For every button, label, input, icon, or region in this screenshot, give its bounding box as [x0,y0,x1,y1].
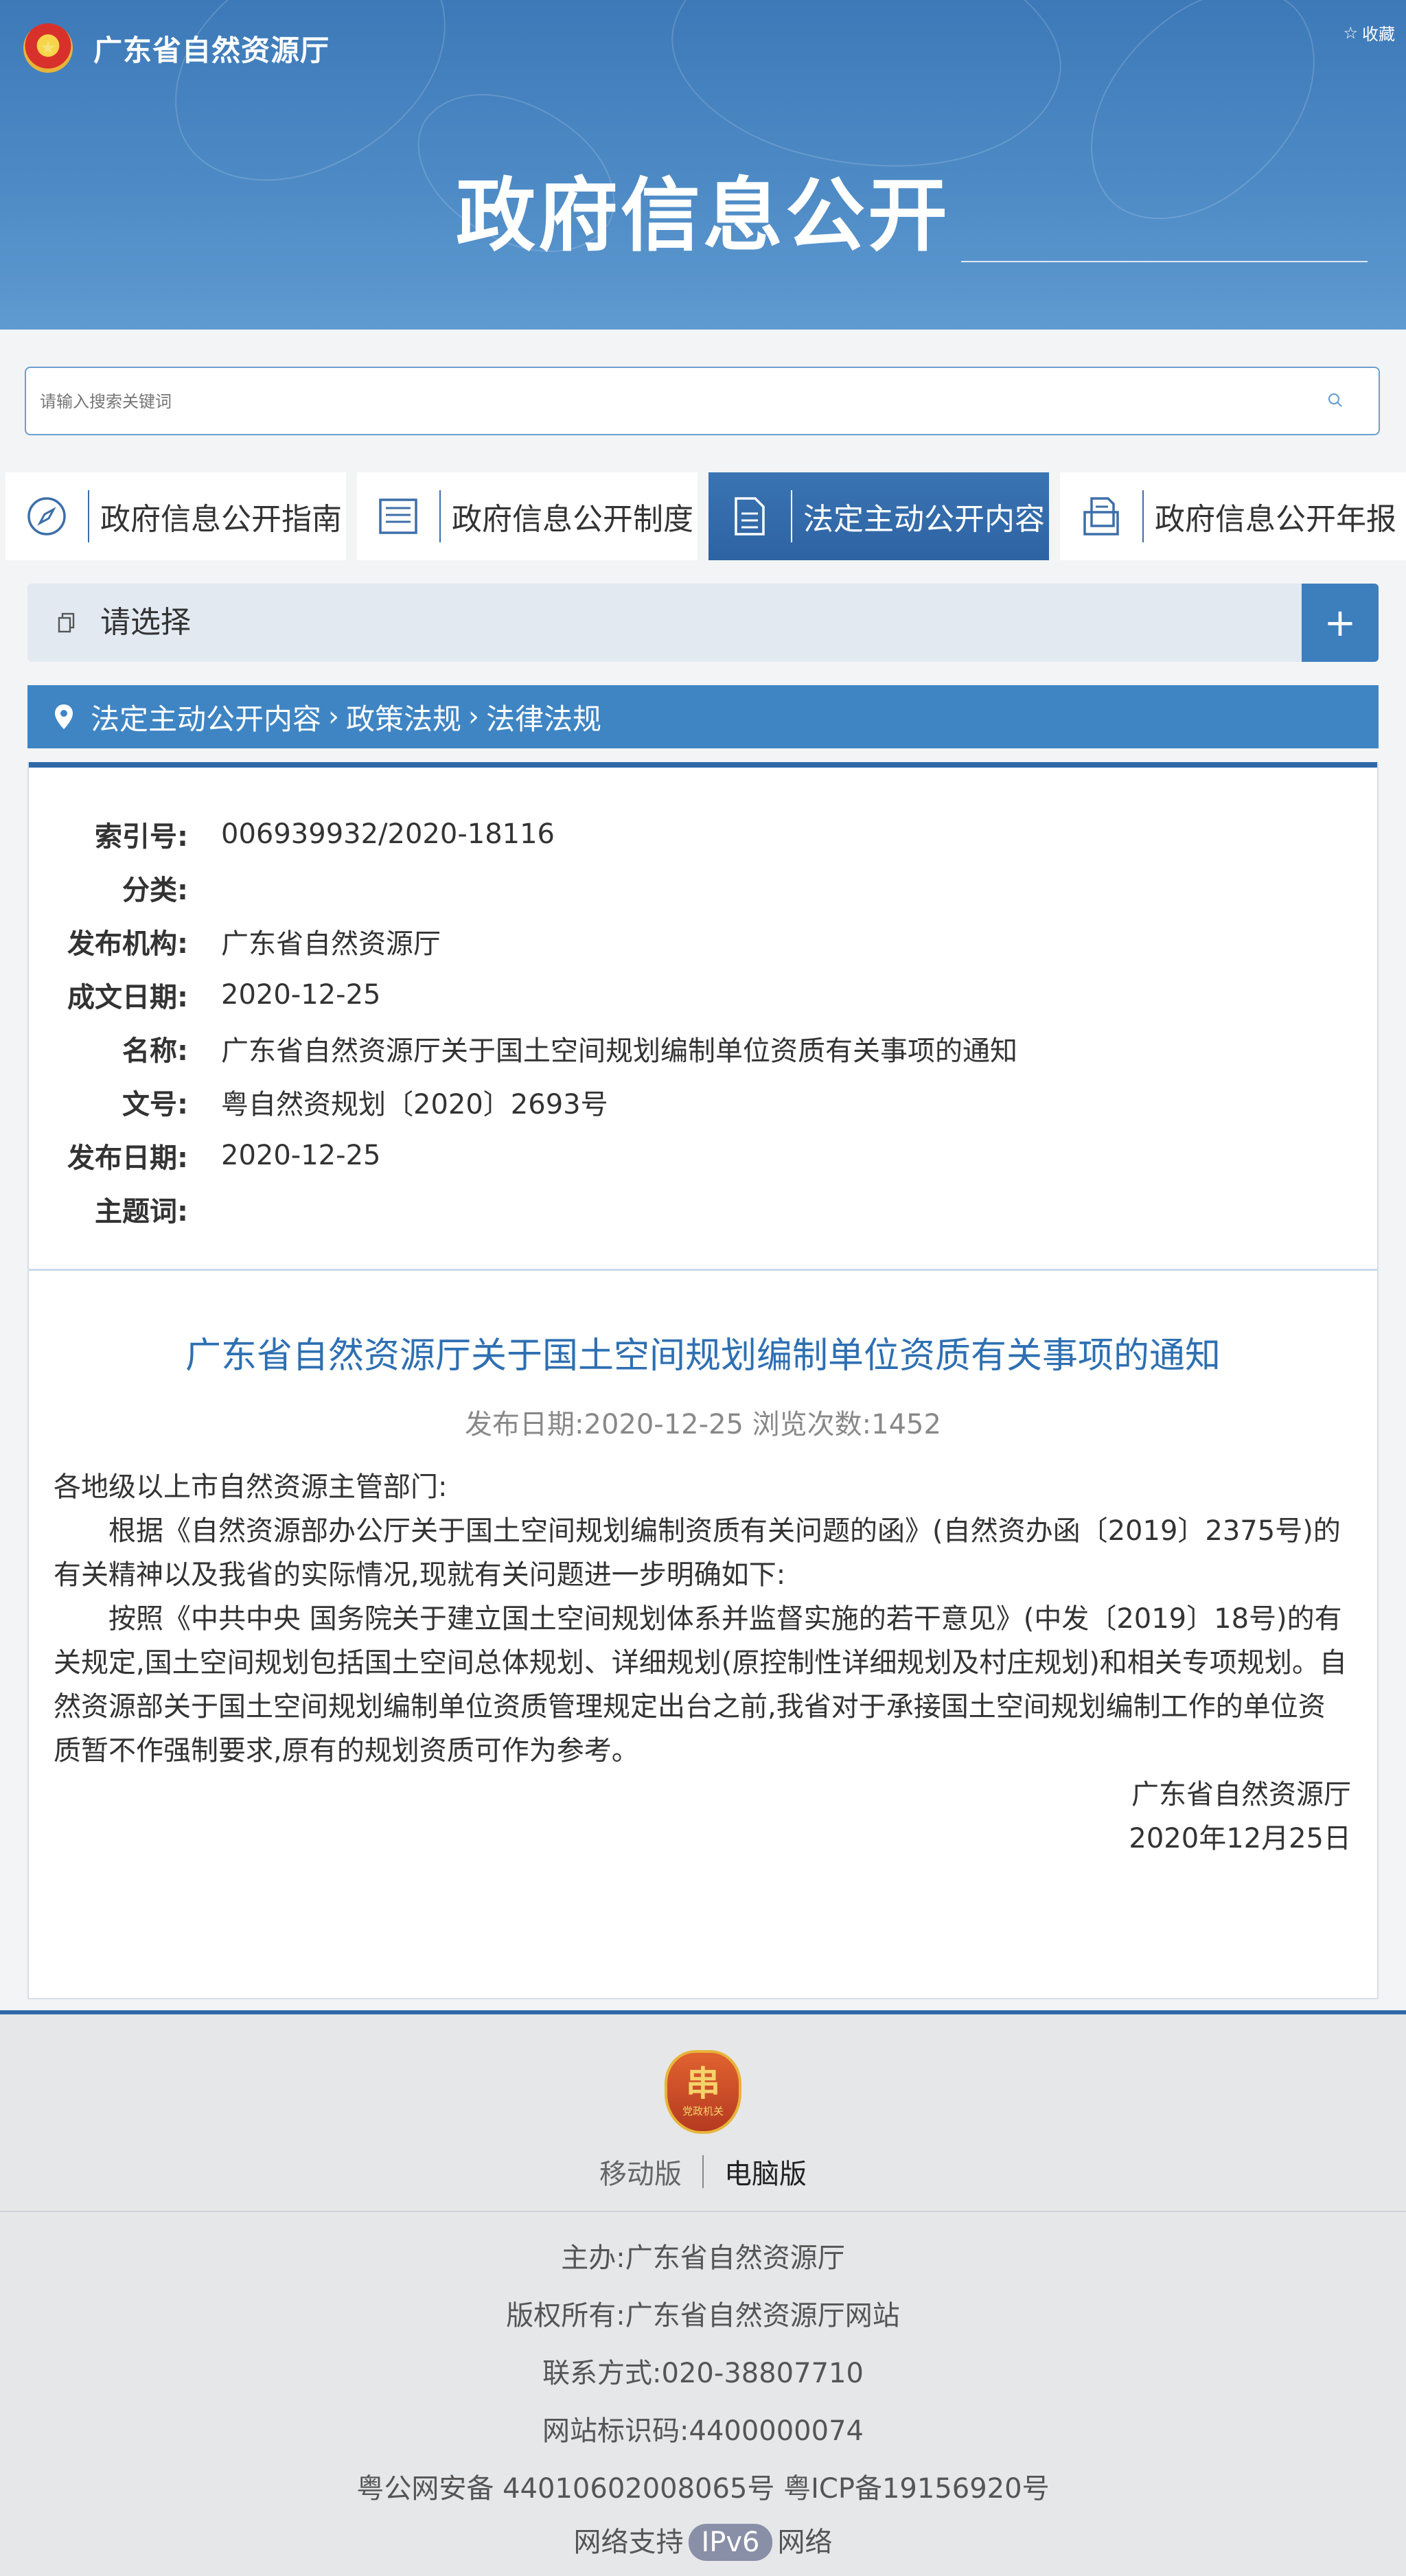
document-icon [708,472,791,560]
card-top-border [29,762,1377,768]
article-paragraph: 按照《中共中央 国务院关于建立国土空间规划体系并监督实施的若干意见》(中发〔20… [54,1603,1347,1767]
chevron-right-icon: › [468,701,480,733]
tab-label: 政府信息公开年报 [1155,502,1396,537]
meta-row: 索引号: 006939932/2020-18116 [29,807,1377,861]
content-card: 索引号: 006939932/2020-18116 分类: 发布机构: 广东省自然资… [27,762,1379,1999]
footer-contact: 联系方式:020-38807710 [542,2358,864,2389]
article-info: 发布日期:2020-12-25 浏览次数:1452 [465,1409,941,1440]
tab-label: 政府信息公开制度 [452,502,693,537]
search-box [25,367,1380,435]
footer: 串 党政机关 移动版 电脑版 主办:广东省自然资源厅 版权所有:广东省自然资源厅… [0,2014,1406,2576]
desktop-version-link[interactable]: 电脑版 [724,2152,807,2192]
meta-row: 名称: 广东省自然资源厅关于国土空间规划编制单位资质有关事项的通知 [29,1022,1377,1075]
meta-key: 文号: [122,1089,188,1120]
meta-row: 发布机构: 广东省自然资源厅 [29,915,1377,968]
meta-value: 粤自然资规划〔2020〕2693号 [221,1089,608,1120]
list-icon [357,472,439,560]
report-icon [1060,472,1142,560]
banner-title: 政府信息公开 [456,170,950,262]
meta-row: 发布日期: 2020-12-25 [29,1129,1377,1182]
meta-value: 广东省自然资源厅关于国土空间规划编制单位资质有关事项的通知 [221,1035,1017,1067]
meta-key: 索引号: [95,821,188,853]
footer-divider [0,2211,1406,2212]
party-government-badge-icon[interactable]: 串 党政机关 [665,2050,741,2134]
section-divider [29,1269,1377,1271]
mobile-version-link[interactable]: 移动版 [599,2152,682,2192]
tab-separator [439,490,441,542]
meta-key: 分类: [122,875,188,906]
meta-row: 分类: [29,861,1377,915]
badge-text: 党政机关 [682,2104,724,2117]
article-title: 广东省自然资源厅关于国土空间规划编制单位资质有关事项的通知 [185,1335,1221,1377]
favorite-label: 收藏 [1362,25,1395,44]
site-logo[interactable]: ★ 广东省自然资源厅 [23,23,330,73]
site-name: 广东省自然资源厅 [93,33,330,67]
page: ★ 广东省自然资源厅 ☆ 收藏 政府信息公开 政府信息公开指南 [0,0,1406,2576]
favorite-link[interactable]: ☆ 收藏 [1343,21,1395,45]
tab-system[interactable]: 政府信息公开制度 [357,472,698,560]
copy-icon [58,612,75,633]
breadcrumb-item[interactable]: 法律法规 [486,696,601,738]
article-paragraph: 根据《自然资源部办公厅关于国土空间规划编制资质有关问题的函》(自然资办函〔201… [54,1515,1341,1591]
tab-label: 政府信息公开指南 [100,502,342,537]
tab-separator [1142,490,1144,542]
meta-key: 名称: [122,1035,188,1067]
tab-separator [791,490,792,542]
search-icon[interactable] [1326,391,1344,409]
ipv6-badge: IPv6 [689,2524,772,2561]
meta-row: 成文日期: 2020-12-25 [29,968,1377,1022]
breadcrumb-item[interactable]: 法定主动公开内容 [91,696,321,738]
metadata-table: 索引号: 006939932/2020-18116 分类: 发布机构: 广东省自然资… [29,807,1377,1236]
category-selector[interactable]: 请选择 + [27,584,1379,662]
selector-label: 请选择 [100,605,191,640]
meta-key: 主题词: [95,1196,188,1228]
network-post: 网络 [777,2527,833,2558]
search-input[interactable] [38,368,1277,435]
footer-copyright: 版权所有:广东省自然资源厅网站 [506,2300,900,2332]
star-icon: ☆ [1343,23,1358,43]
meta-value: 2020-12-25 [221,979,381,1011]
article-date: 2020年12月25日 [1129,1823,1351,1854]
meta-value: 广东省自然资源厅 [221,928,441,960]
footer-records[interactable]: 粤公网安备 44010602008065号 粤ICP备19156920号 [0,2466,1406,2506]
footer-site-code: 网站标识码:4400000074 [542,2415,864,2447]
meta-row: 文号: 粤自然资规划〔2020〕2693号 [29,1075,1377,1129]
tab-separator [88,490,89,542]
tab-guide[interactable]: 政府信息公开指南 [5,472,346,560]
meta-value: 006939932/2020-18116 [221,818,555,850]
chevron-right-icon: › [328,701,340,733]
network-pre: 网络支持 [573,2527,684,2558]
article-greeting: 各地级以上市自然资源主管部门: [54,1471,448,1503]
footer-network: 网络支持 IPv6 网络 [0,2520,1406,2561]
meta-key: 发布日期: [67,1142,188,1174]
info-tabs: 政府信息公开指南 政府信息公开制度 法定主动公开内容 政府信息公开年报 [5,472,1406,560]
breadcrumb: 法定主动公开内容 › 政策法规 › 法律法规 [27,685,1379,748]
badge-glyph: 串 [686,2063,720,2104]
location-pin-icon [55,704,73,729]
national-emblem-icon: ★ [23,23,73,73]
version-switch: 移动版 电脑版 [0,2152,1406,2192]
expand-button[interactable]: + [1302,584,1379,662]
meta-value: 2020-12-25 [221,1140,381,1171]
header-banner: ★ 广东省自然资源厅 ☆ 收藏 政府信息公开 [0,0,1406,330]
tab-statutory-content[interactable]: 法定主动公开内容 [708,472,1049,560]
article-signature: 广东省自然资源厅 [1131,1779,1351,1810]
footer-sponsor: 主办:广东省自然资源厅 [561,2242,845,2274]
compass-icon [5,472,88,560]
version-separator [702,2155,704,2188]
banner-underline [961,261,1368,262]
meta-key: 发布机构: [67,928,188,960]
tab-annual-report[interactable]: 政府信息公开年报 [1060,472,1406,560]
meta-key: 成文日期: [67,982,188,1013]
meta-row: 主题词: [29,1182,1377,1236]
breadcrumb-item[interactable]: 政策法规 [346,696,461,738]
tab-label: 法定主动公开内容 [803,502,1045,537]
article-body: 各地级以上市自然资源主管部门: 根据《自然资源部办公厅关于国土空间规划编制资质有… [54,1465,1351,1861]
